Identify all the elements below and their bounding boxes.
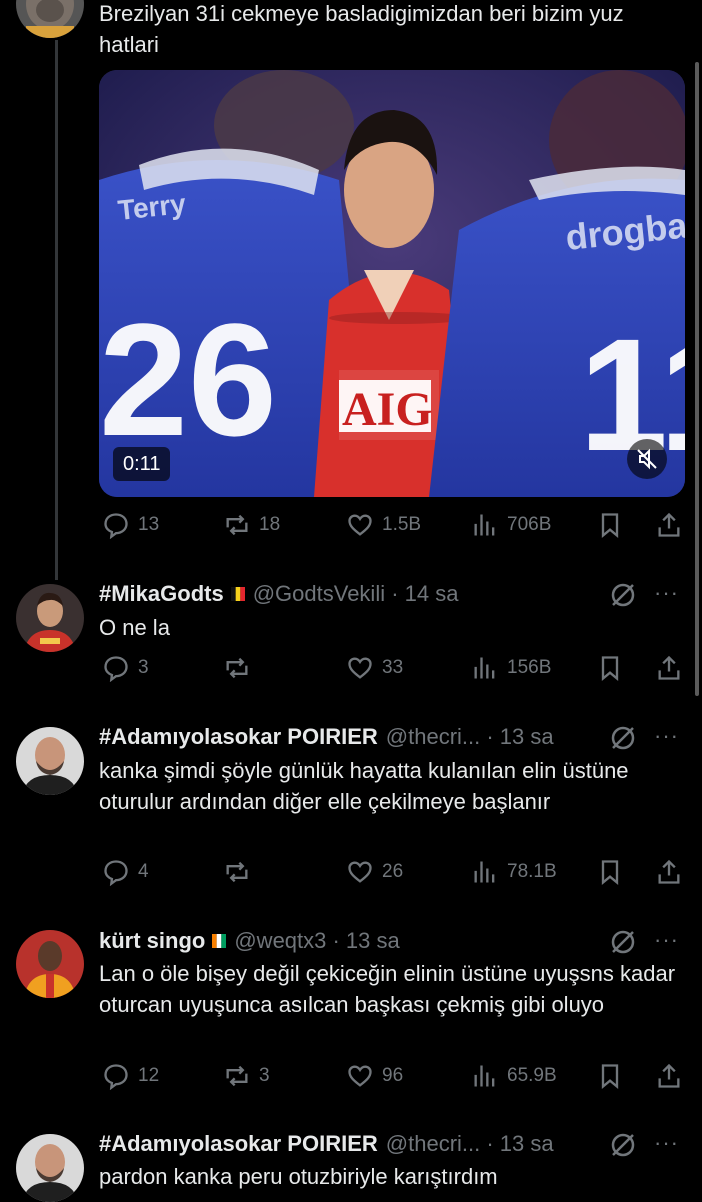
repost-button[interactable] bbox=[223, 856, 259, 888]
views-icon bbox=[474, 657, 495, 679]
reply-button[interactable]: 4 bbox=[102, 856, 149, 888]
bookmark-icon bbox=[601, 1064, 619, 1089]
display-name[interactable]: #Adamıyolasokar POIRIER bbox=[99, 723, 378, 751]
like-button[interactable]: 96 bbox=[346, 1060, 403, 1092]
reply-header: #Adamıyolasokar POIRIER @thecri... · 13 … bbox=[99, 1130, 554, 1158]
handle-timestamp[interactable]: @thecri... · 13 sa bbox=[386, 723, 554, 751]
views-icon bbox=[474, 861, 495, 883]
more-icon[interactable]: ··· bbox=[654, 1130, 679, 1156]
display-name[interactable]: #Adamıyolasokar POIRIER bbox=[99, 1130, 378, 1158]
share-button[interactable] bbox=[655, 652, 683, 684]
avatar[interactable] bbox=[16, 930, 84, 998]
left-shirt-number: 26 bbox=[99, 290, 277, 469]
views-button[interactable]: 78.1B bbox=[471, 856, 557, 888]
handle-timestamp[interactable]: @thecri... · 13 sa bbox=[386, 1130, 554, 1158]
reply-actions: 4 26 78.1B bbox=[99, 856, 685, 888]
avatar[interactable] bbox=[16, 1134, 84, 1202]
repost-button[interactable] bbox=[223, 652, 259, 684]
bookmark-icon bbox=[601, 860, 619, 885]
tweet-text: Brezilyan 31i cekmeye basladigimizdan be… bbox=[99, 1, 624, 57]
share-button[interactable] bbox=[655, 1060, 683, 1092]
repost-icon bbox=[226, 657, 248, 679]
reply-text: O ne la bbox=[99, 615, 170, 640]
reply-header: #Adamıyolasokar POIRIER @thecri... · 13 … bbox=[99, 723, 554, 751]
grok-icon[interactable] bbox=[608, 723, 638, 753]
reply-header: #MikaGodts @GodtsVekili · 14 sa bbox=[99, 580, 458, 608]
bookmark-button[interactable] bbox=[596, 509, 624, 541]
reply-icon bbox=[104, 513, 128, 539]
grok-icon[interactable] bbox=[608, 1130, 638, 1160]
reply-button[interactable]: 12 bbox=[102, 1060, 159, 1092]
repost-button[interactable]: 18 bbox=[223, 509, 280, 541]
bookmark-icon bbox=[601, 513, 619, 538]
more-icon[interactable]: ··· bbox=[654, 927, 679, 953]
reply-text: pardon kanka peru otuzbiriyle karıştırdı… bbox=[99, 1164, 498, 1189]
share-icon bbox=[658, 655, 680, 680]
repost-button[interactable]: 3 bbox=[223, 1060, 270, 1092]
share-icon bbox=[658, 1063, 680, 1088]
reply-actions: 3 33 156B bbox=[99, 652, 685, 684]
reply-icon bbox=[104, 1064, 128, 1090]
views-button[interactable]: 65.9B bbox=[471, 1060, 557, 1092]
views-icon bbox=[474, 1065, 495, 1087]
like-icon bbox=[348, 514, 372, 536]
more-icon[interactable]: ··· bbox=[654, 580, 679, 606]
scrollbar[interactable] bbox=[695, 62, 699, 696]
like-button[interactable]: 33 bbox=[346, 652, 403, 684]
reply-text: Lan o öle bişey değil çekiceğin elinin ü… bbox=[99, 961, 676, 1017]
repost-icon bbox=[226, 514, 248, 536]
ivory-coast-flag-icon bbox=[212, 934, 227, 948]
handle-timestamp[interactable]: @GodtsVekili · 14 sa bbox=[253, 580, 459, 608]
bookmark-button[interactable] bbox=[596, 856, 624, 888]
tweet-video[interactable]: Terry 26 drogba 11 AIG 0:11 bbox=[99, 70, 685, 497]
reply-icon bbox=[104, 656, 128, 682]
views-button[interactable]: 706B bbox=[471, 509, 551, 541]
bookmark-button[interactable] bbox=[596, 1060, 624, 1092]
avatar[interactable] bbox=[16, 727, 84, 795]
share-icon bbox=[658, 859, 680, 884]
grok-icon[interactable] bbox=[608, 580, 638, 610]
bookmark-button[interactable] bbox=[596, 652, 624, 684]
reply-button[interactable]: 3 bbox=[102, 652, 149, 684]
reply-actions: 12 3 96 65.9B bbox=[99, 1060, 685, 1092]
tweet-actions: 13 18 1.5B 706B bbox=[99, 509, 685, 541]
mute-button[interactable] bbox=[627, 439, 667, 479]
like-button[interactable]: 1.5B bbox=[346, 509, 421, 541]
avatar[interactable] bbox=[16, 0, 84, 38]
display-name[interactable]: kürt singo bbox=[99, 927, 205, 955]
share-button[interactable] bbox=[655, 509, 683, 541]
mute-icon bbox=[637, 448, 657, 470]
belgium-flag-icon bbox=[230, 587, 245, 601]
avatar[interactable] bbox=[16, 584, 84, 652]
thread-line bbox=[55, 40, 58, 580]
display-name[interactable]: #MikaGodts bbox=[99, 580, 224, 608]
share-icon bbox=[658, 512, 680, 537]
like-icon bbox=[348, 861, 372, 883]
like-button[interactable]: 26 bbox=[346, 856, 403, 888]
more-icon[interactable]: ··· bbox=[654, 723, 679, 749]
video-duration: 0:11 bbox=[113, 447, 171, 481]
reply-header: kürt singo @weqtx3 · 13 sa bbox=[99, 927, 400, 955]
handle-timestamp[interactable]: @weqtx3 · 13 sa bbox=[234, 927, 399, 955]
reply-icon bbox=[104, 860, 128, 886]
center-shirt-sponsor: AIG bbox=[342, 383, 433, 436]
bookmark-icon bbox=[601, 656, 619, 681]
like-icon bbox=[348, 657, 372, 679]
reply-button[interactable]: 13 bbox=[102, 509, 159, 541]
share-button[interactable] bbox=[655, 856, 683, 888]
views-button[interactable]: 156B bbox=[471, 652, 551, 684]
repost-icon bbox=[226, 861, 248, 883]
views-icon bbox=[474, 514, 495, 536]
like-icon bbox=[348, 1065, 372, 1087]
reply-text: kanka şimdi şöyle günlük hayatta kulanıl… bbox=[99, 758, 629, 814]
repost-icon bbox=[226, 1065, 248, 1087]
grok-icon[interactable] bbox=[608, 927, 638, 957]
